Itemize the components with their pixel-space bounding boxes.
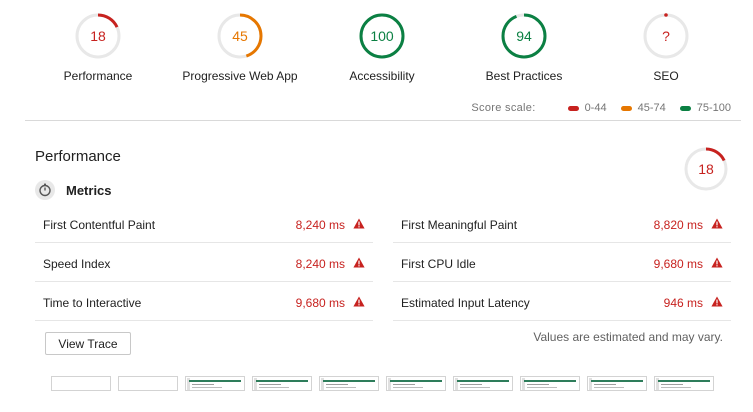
score-gauge[interactable]: 100 bbox=[358, 12, 406, 60]
filmstrip-frame bbox=[185, 376, 245, 391]
score-gauge[interactable]: ? bbox=[642, 12, 690, 60]
metric-name: Speed Index bbox=[43, 257, 111, 271]
gauge-score: 45 bbox=[232, 28, 248, 44]
metric-value: 8,240 ms bbox=[295, 218, 345, 232]
filmstrip-frame bbox=[252, 376, 312, 391]
filmstrip-frame bbox=[520, 376, 580, 391]
filmstrip bbox=[0, 376, 753, 392]
filmstrip-frame bbox=[587, 376, 647, 391]
score-scale-pass: 75-100 bbox=[679, 102, 731, 114]
gauge-label: Progressive Web App bbox=[182, 69, 298, 83]
score-scale-fail: 0-44 bbox=[567, 102, 607, 114]
score-scale-label: Score scale: bbox=[471, 102, 536, 114]
view-trace-button[interactable]: View Trace bbox=[45, 332, 131, 355]
metric-name: First Contentful Paint bbox=[43, 218, 156, 232]
gauge-label: Performance bbox=[63, 69, 133, 83]
metric-name: First Meaningful Paint bbox=[401, 218, 518, 232]
metric-value: 9,680 ms bbox=[295, 296, 345, 310]
warning-triangle-icon bbox=[353, 257, 365, 271]
gauge-label: SEO bbox=[653, 69, 679, 83]
score-gauge[interactable]: 45 bbox=[216, 12, 264, 60]
metric-row: First Contentful Paint 8,240 ms bbox=[35, 204, 373, 243]
warning-triangle-icon bbox=[353, 296, 365, 310]
score-scale: Score scale: 0-44 45-74 75-100 bbox=[471, 102, 731, 114]
metrics-title: Metrics bbox=[66, 182, 112, 198]
score-gauge[interactable]: 18 bbox=[74, 12, 122, 60]
metric-name: Time to Interactive bbox=[43, 296, 142, 310]
estimate-note: Values are estimated and may vary. bbox=[533, 330, 723, 344]
warning-triangle-icon bbox=[711, 257, 723, 271]
metric-row: Estimated Input Latency 946 ms bbox=[393, 282, 731, 321]
filmstrip-frame bbox=[654, 376, 714, 391]
metric-name: Estimated Input Latency bbox=[401, 296, 530, 310]
filmstrip-frame bbox=[51, 376, 111, 391]
category-score: 18 bbox=[698, 161, 714, 177]
metric-row: First CPU Idle 9,680 ms bbox=[393, 243, 731, 282]
metric-row: First Meaningful Paint 8,820 ms bbox=[393, 204, 731, 243]
gauge-label: Best Practices bbox=[485, 69, 563, 83]
metric-row: Speed Index 8,240 ms bbox=[35, 243, 373, 282]
metric-value: 946 ms bbox=[663, 296, 703, 310]
score-gauge[interactable]: 94 bbox=[500, 12, 548, 60]
category-title: Performance bbox=[35, 148, 121, 165]
filmstrip-frame bbox=[453, 376, 513, 391]
gauge-score: 18 bbox=[90, 28, 106, 44]
metrics-header: Metrics bbox=[35, 180, 112, 200]
score-scale-average: 45-74 bbox=[620, 102, 666, 114]
category-score-gauge: 18 bbox=[683, 146, 729, 192]
filmstrip-frame bbox=[386, 376, 446, 391]
divider bbox=[25, 120, 741, 121]
metric-value: 9,680 ms bbox=[653, 257, 703, 271]
gauge-score: 100 bbox=[370, 28, 394, 44]
warning-triangle-icon bbox=[711, 296, 723, 310]
metric-value: 8,820 ms bbox=[653, 218, 703, 232]
metric-row: Time to Interactive 9,680 ms bbox=[35, 282, 373, 321]
warning-triangle-icon bbox=[353, 218, 365, 232]
filmstrip-frame bbox=[118, 376, 178, 391]
gauge-score: ? bbox=[662, 28, 670, 44]
filmstrip-frame bbox=[319, 376, 379, 391]
stopwatch-icon bbox=[35, 180, 55, 200]
warning-triangle-icon bbox=[711, 218, 723, 232]
metric-value: 8,240 ms bbox=[295, 257, 345, 271]
metric-name: First CPU Idle bbox=[401, 257, 476, 271]
gauge-label: Accessibility bbox=[349, 69, 415, 83]
gauge-score: 94 bbox=[516, 28, 532, 44]
